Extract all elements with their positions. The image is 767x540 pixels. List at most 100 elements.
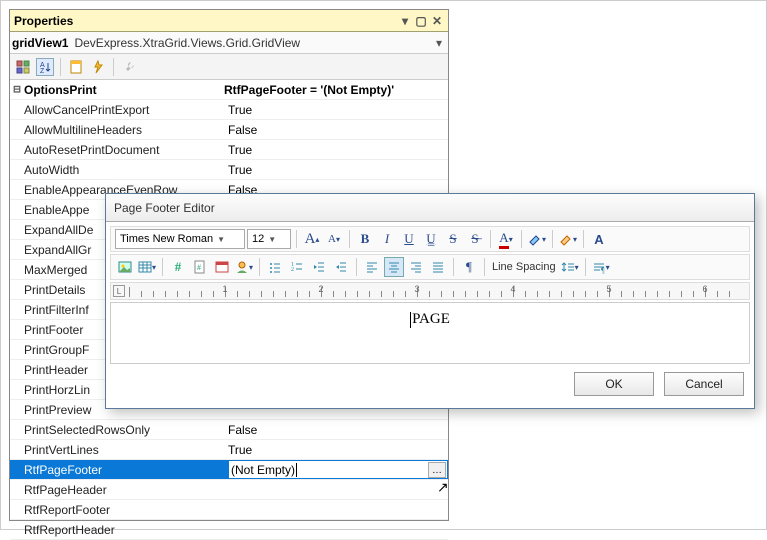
window-icon[interactable]: ▢	[414, 14, 428, 28]
paragraph-icon[interactable]: ¶	[459, 257, 479, 277]
shrink-font-icon[interactable]: A▾	[324, 229, 344, 249]
double-underline-icon[interactable]: U̳	[421, 229, 441, 249]
alphabetical-icon[interactable]: AZ	[36, 58, 54, 76]
line-spacing-label: Line Spacing	[490, 261, 558, 273]
font-dialog-icon[interactable]: A	[589, 229, 609, 249]
pin-icon[interactable]: ▾	[398, 14, 412, 28]
ellipsis-button[interactable]: …	[428, 462, 446, 478]
editor-toolbar-1: Times New Roman ▼ 12 ▼ A▴ A▾ B I U U̳ S …	[110, 226, 750, 252]
editor-toolbar-2: ▾ # # ▾ 12 ¶ Line Spacing ▾ ¶▾	[110, 254, 750, 280]
insert-pagecount-icon[interactable]: #	[190, 257, 210, 277]
property-row[interactable]: AllowMultilineHeadersFalse	[10, 120, 448, 140]
categorized-icon[interactable]	[14, 58, 32, 76]
align-left-icon[interactable]	[362, 257, 382, 277]
separator	[162, 258, 163, 276]
font-name-select[interactable]: Times New Roman ▼	[115, 229, 245, 249]
property-row[interactable]: AllowCancelPrintExportTrue	[10, 100, 448, 120]
insert-date-icon[interactable]	[212, 257, 232, 277]
grow-font-icon[interactable]: A▴	[302, 229, 322, 249]
property-row[interactable]: RtfPageHeader	[10, 480, 448, 500]
ruler[interactable]: L 123456	[110, 282, 750, 300]
chevron-down-icon[interactable]: ▼	[268, 235, 276, 244]
separator	[521, 230, 522, 248]
separator	[296, 230, 297, 248]
property-label: RtfReportFooter	[10, 503, 228, 517]
property-value-editor[interactable]: (Not Empty)…↖	[228, 460, 448, 479]
cancel-button[interactable]: Cancel	[664, 372, 744, 396]
ruler-label: 4	[510, 284, 515, 294]
paragraph-settings-icon[interactable]: ¶▾	[591, 257, 611, 277]
property-value: True	[228, 103, 448, 117]
font-size-select[interactable]: 12 ▼	[247, 229, 291, 249]
property-label: AllowMultilineHeaders	[10, 123, 228, 137]
svg-text:Z: Z	[40, 68, 45, 74]
property-row[interactable]: PrintSelectedRowsOnlyFalse	[10, 420, 448, 440]
svg-text:¶: ¶	[601, 266, 605, 274]
strike-icon[interactable]: S	[443, 229, 463, 249]
text-caret	[410, 312, 411, 328]
dialog-title: Page Footer Editor	[114, 201, 215, 215]
separator	[113, 58, 114, 76]
category-row[interactable]: ⊟ OptionsPrint RtfPageFooter = '(Not Emp…	[10, 80, 448, 100]
highlight-icon[interactable]: ▾	[527, 229, 547, 249]
property-value: False	[228, 123, 448, 137]
property-label: AllowCancelPrintExport	[10, 103, 228, 117]
chevron-down-icon[interactable]: ▼	[217, 235, 225, 244]
separator	[259, 258, 260, 276]
category-summary: RtfPageFooter = '(Not Empty)'	[224, 83, 394, 97]
insert-pagenum-icon[interactable]: #	[168, 257, 188, 277]
underline-icon[interactable]: U	[399, 229, 419, 249]
close-icon[interactable]: ✕	[430, 14, 444, 28]
editor-content[interactable]: PAGE	[110, 302, 750, 364]
properties-title: Properties	[14, 14, 398, 28]
wrench-icon[interactable]	[120, 58, 138, 76]
property-label: AutoResetPrintDocument	[10, 143, 228, 157]
separator	[583, 230, 584, 248]
property-row[interactable]: RtfPageFooter(Not Empty)…↖	[10, 460, 448, 480]
separator	[490, 230, 491, 248]
property-label: PrintSelectedRowsOnly	[10, 423, 228, 437]
indent-icon[interactable]	[331, 257, 351, 277]
font-color-icon[interactable]: A▾	[496, 229, 516, 249]
property-row[interactable]: AutoResetPrintDocumentTrue	[10, 140, 448, 160]
numbering-icon[interactable]: 12	[287, 257, 307, 277]
align-center-icon[interactable]	[384, 257, 404, 277]
bullets-icon[interactable]	[265, 257, 285, 277]
align-justify-icon[interactable]	[428, 257, 448, 277]
dialog-titlebar[interactable]: Page Footer Editor	[106, 194, 754, 222]
page-footer-editor-dialog: Page Footer Editor Times New Roman ▼ 12 …	[105, 193, 755, 409]
page-icon[interactable]	[67, 58, 85, 76]
line-spacing-icon[interactable]: ▾	[560, 257, 580, 277]
chevron-down-icon[interactable]: ▾	[432, 36, 446, 50]
property-row[interactable]: PrintVertLinesTrue	[10, 440, 448, 460]
separator	[60, 58, 61, 76]
object-name: gridView1	[12, 36, 68, 50]
separator	[349, 230, 350, 248]
italic-icon[interactable]: I	[377, 229, 397, 249]
events-icon[interactable]	[89, 58, 107, 76]
insert-user-icon[interactable]: ▾	[234, 257, 254, 277]
insert-image-icon[interactable]	[115, 257, 135, 277]
collapse-icon[interactable]: ⊟	[10, 82, 24, 97]
object-selector[interactable]: gridView1 DevExpress.XtraGrid.Views.Grid…	[10, 32, 448, 54]
property-value: (Not Empty)	[231, 463, 297, 477]
category-name: OptionsPrint	[24, 83, 224, 97]
object-type: DevExpress.XtraGrid.Views.Grid.GridView	[74, 36, 432, 50]
clear-format-icon[interactable]: ▾	[558, 229, 578, 249]
bold-icon[interactable]: B	[355, 229, 375, 249]
outdent-icon[interactable]	[309, 257, 329, 277]
property-row[interactable]: RtfReportFooter	[10, 500, 448, 520]
separator	[453, 258, 454, 276]
svg-text:#: #	[197, 263, 201, 272]
ruler-label: 1	[222, 284, 227, 294]
double-strike-icon[interactable]: S̶	[465, 229, 485, 249]
property-label: RtfPageHeader	[10, 483, 228, 497]
ok-button[interactable]: OK	[574, 372, 654, 396]
property-row[interactable]: AutoWidthTrue	[10, 160, 448, 180]
property-row[interactable]: RtfReportHeader	[10, 520, 448, 540]
property-label: PrintVertLines	[10, 443, 228, 457]
svg-text:2: 2	[291, 267, 294, 273]
align-right-icon[interactable]	[406, 257, 426, 277]
insert-table-icon[interactable]: ▾	[137, 257, 157, 277]
property-label: AutoWidth	[10, 163, 228, 177]
